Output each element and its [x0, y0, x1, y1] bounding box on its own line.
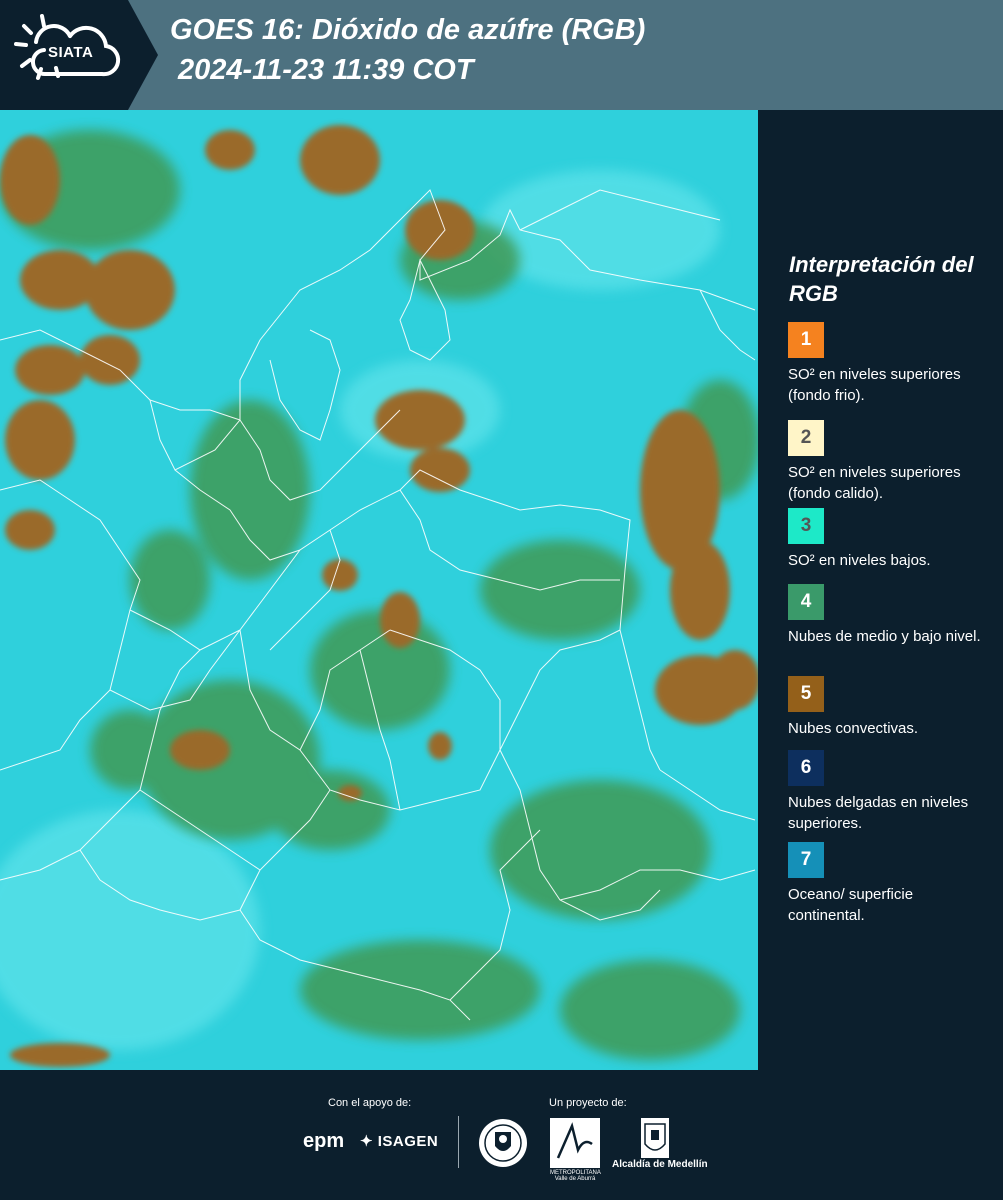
legend-item-2: 2 SO² en niveles superiores (fondo calid… [788, 420, 988, 504]
rgb-composite-image [0, 110, 758, 1070]
legend-swatch-1: 1 [788, 322, 824, 358]
legend-title: Interpretación del RGB [789, 252, 974, 306]
legend-label-6: Nubes delgadas en niveles superiores. [788, 794, 969, 832]
legend-item-4: 4 Nubes de medio y bajo nivel. [788, 584, 988, 647]
isagen-logo-text: ISAGEN [377, 1133, 439, 1150]
area-metropolitana-text: METROPOLITANA Valle de Aburrá [550, 1170, 601, 1182]
legend-label-3: SO² en niveles bajos. [788, 552, 931, 569]
isagen-logo[interactable]: ✦ ISAGEN [360, 1132, 438, 1150]
legend-swatch-2: 2 [788, 420, 824, 456]
legend-swatch-6: 6 [788, 750, 824, 786]
alcaldia-label: Alcaldía de Medellín [612, 1159, 708, 1170]
alcaldia-emblem-icon[interactable] [641, 1118, 669, 1158]
isagen-star-icon: ✦ [360, 1133, 374, 1150]
legend-label-5: Nubes convectivas. [788, 720, 919, 737]
header: SIATA GOES 16: Dióxido de azúfre (RGB) 2… [0, 0, 1003, 110]
legend-label-2: SO² en niveles superiores (fondo calido)… [788, 464, 961, 502]
legend-label-4: Nubes de medio y bajo nivel. [788, 628, 981, 645]
siata-logo-text: SIATA [48, 44, 94, 61]
footer: Con el apoyo de: Un proyecto de: epm ✦ I… [0, 1070, 1003, 1200]
legend-item-1: 1 SO² en niveles superiores (fondo frio)… [788, 322, 988, 406]
epm-logo[interactable]: epm [303, 1130, 344, 1153]
satellite-map[interactable] [0, 110, 758, 1070]
project-label: Un proyecto de: [549, 1097, 627, 1109]
legend-label-1: SO² en niveles superiores (fondo frio). [788, 366, 961, 404]
legend-item-5: 5 Nubes convectivas. [788, 676, 988, 739]
legend-swatch-7: 7 [788, 842, 824, 878]
footer-divider [458, 1116, 459, 1168]
support-label: Con el apoyo de: [328, 1097, 412, 1109]
legend-swatch-4: 4 [788, 584, 824, 620]
legend-panel: Interpretación del RGB 1 SO² en niveles … [758, 110, 1003, 1070]
timestamp: 2024-11-23 11:39 COT [178, 54, 474, 86]
legend-item-6: 6 Nubes delgadas en niveles superiores. [788, 750, 988, 834]
legend-item-3: 3 SO² en niveles bajos. [788, 508, 988, 571]
legend-swatch-3: 3 [788, 508, 824, 544]
area-script-icon [556, 1122, 593, 1159]
legend-swatch-5: 5 [788, 676, 824, 712]
legend-label-7: Oceano/ superficie continental. [788, 886, 914, 924]
siata-logo[interactable]: SIATA [0, 0, 158, 110]
area-metropolitana-logo[interactable] [550, 1118, 600, 1168]
medellin-seal-icon[interactable] [478, 1118, 528, 1168]
page-title: GOES 16: Dióxido de azúfre (RGB) [170, 14, 646, 46]
legend-item-7: 7 Oceano/ superficie continental. [788, 842, 988, 926]
